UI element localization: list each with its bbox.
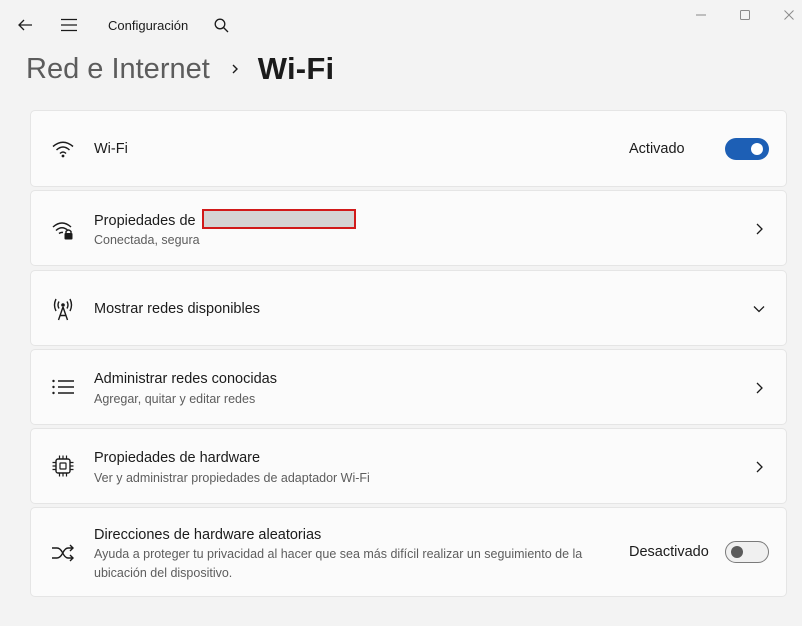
breadcrumb-parent[interactable]: Red e Internet bbox=[26, 53, 210, 86]
maximize-icon bbox=[740, 10, 750, 20]
breadcrumb-chevron-icon bbox=[230, 63, 240, 75]
title-bar: Configuración bbox=[0, 0, 802, 50]
app-title: Configuración bbox=[108, 18, 189, 33]
toggle-knob bbox=[751, 143, 763, 155]
page-title: Wi-Fi bbox=[257, 51, 335, 86]
chevron-right-icon bbox=[752, 222, 766, 236]
wifi-lock-icon bbox=[51, 218, 75, 242]
random-hardware-address-toggle[interactable] bbox=[725, 541, 769, 563]
hardware-properties-label: Propiedades de hardware bbox=[94, 450, 261, 466]
random-hardware-address-label: Direcciones de hardware aleatorias bbox=[94, 527, 322, 543]
known-networks-label: Administrar redes conocidas bbox=[94, 371, 277, 387]
chevron-right-icon bbox=[752, 381, 766, 395]
wifi-label: Wi-Fi bbox=[94, 141, 128, 157]
search-icon bbox=[214, 18, 228, 32]
menu-button[interactable] bbox=[53, 9, 85, 41]
available-networks-label: Mostrar redes disponibles bbox=[94, 301, 261, 317]
random-hardware-address-subtitle: Ayuda a proteger tu privacidad al hacer … bbox=[94, 547, 583, 580]
network-status-text: Conectada, segura bbox=[94, 233, 200, 247]
back-button[interactable] bbox=[9, 9, 41, 41]
minimize-button[interactable] bbox=[678, 0, 724, 30]
shuffle-icon bbox=[51, 541, 75, 565]
known-networks-card[interactable]: Administrar redes conocidas Agregar, qui… bbox=[30, 349, 787, 425]
list-icon bbox=[51, 375, 75, 399]
chevron-right-icon bbox=[752, 460, 766, 474]
known-networks-subtitle: Agregar, quitar y editar redes bbox=[94, 392, 256, 406]
wifi-toggle[interactable] bbox=[725, 138, 769, 160]
breadcrumb: Red e Internet Wi-Fi bbox=[26, 48, 334, 90]
available-networks-card[interactable]: Mostrar redes disponibles bbox=[30, 270, 787, 346]
hardware-properties-card[interactable]: Propiedades de hardware Ver y administra… bbox=[30, 428, 787, 504]
minimize-icon bbox=[696, 14, 706, 16]
network-properties-label: Propiedades de bbox=[94, 209, 356, 231]
maximize-button[interactable] bbox=[722, 0, 768, 30]
toggle-knob bbox=[731, 546, 743, 558]
hardware-properties-subtitle: Ver y administrar propiedades de adaptad… bbox=[94, 471, 370, 485]
chip-icon bbox=[51, 454, 75, 478]
close-button[interactable] bbox=[766, 0, 802, 30]
wifi-state-label: Activado bbox=[629, 141, 685, 157]
network-properties-prefix: Propiedades de bbox=[94, 212, 196, 229]
random-hardware-address-state-label: Desactivado bbox=[629, 544, 709, 560]
wifi-toggle-card: Wi-Fi Activado bbox=[30, 110, 787, 187]
network-properties-card[interactable]: Propiedades de Conectada, segura bbox=[30, 190, 787, 266]
chevron-down-icon bbox=[752, 302, 766, 316]
antenna-icon bbox=[51, 297, 75, 321]
hamburger-icon bbox=[61, 18, 77, 32]
wifi-icon bbox=[51, 137, 75, 161]
back-arrow-icon bbox=[18, 19, 32, 31]
close-icon bbox=[784, 10, 794, 20]
search-button[interactable] bbox=[205, 9, 237, 41]
redacted-network-name bbox=[201, 209, 356, 229]
random-hardware-address-card: Direcciones de hardware aleatorias Ayuda… bbox=[30, 507, 787, 597]
